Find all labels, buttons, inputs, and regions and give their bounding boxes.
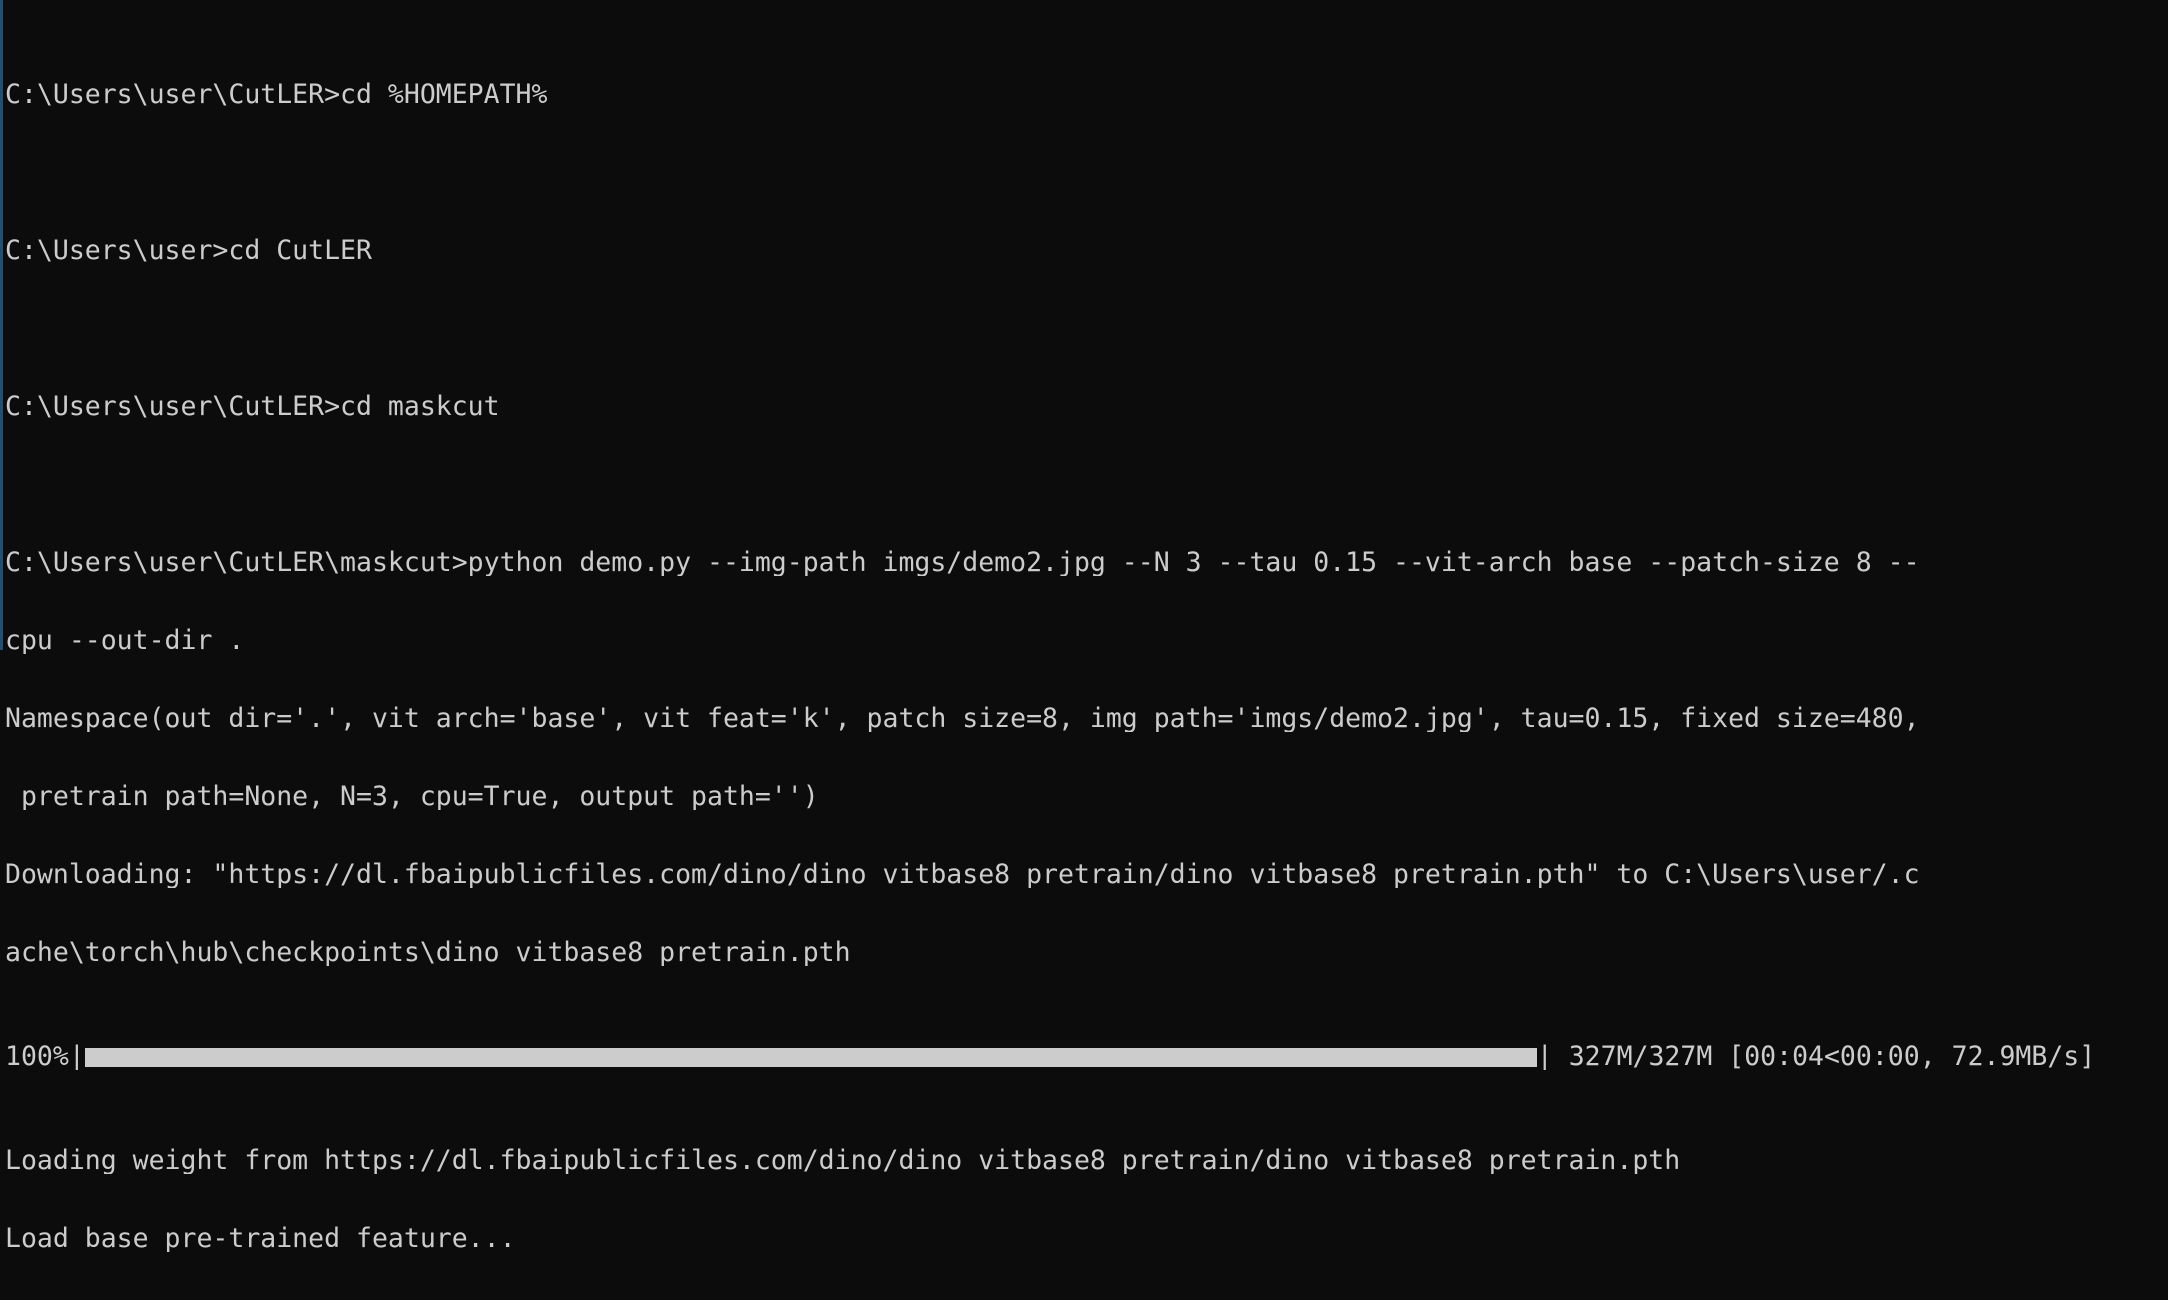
console-window: C:\Users\user\CutLER>cd %HOMEPATH% C:\Us… [0, 0, 2168, 1252]
terminal-line-prompt-cd-maskcut: C:\Users\user\CutLER>cd maskcut [5, 394, 500, 420]
terminal-line-blank-3 [5, 472, 2168, 498]
terminal-line-blank-2 [5, 316, 2168, 342]
terminal-line-loading-weight: Loading weight from https://dl.fbaipubli… [5, 1148, 1681, 1174]
terminal-line-downloading: Downloading: "https://dl.fbaipublicfiles… [5, 862, 1920, 888]
terminal-line-prompt-python-demo: C:\Users\user\CutLER\maskcut>python demo… [5, 550, 1920, 576]
download-progress-bar: 100%| | 327M/327M [00:04<00:00, 72.9MB/s… [5, 1044, 2168, 1070]
terminal-line-python-demo-wrap: cpu --out-dir . [5, 628, 245, 654]
terminal-line-namespace-wrap: pretrain_path=None, N=3, cpu=True, outpu… [5, 784, 819, 810]
terminal-line-namespace: Namespace(out_dir='.', vit_arch='base', … [5, 706, 1920, 732]
progress-percent-label: 100%| [5, 1044, 85, 1070]
terminal-line-downloading-wrap: ache\torch\hub\checkpoints\dino_vitbase8… [5, 940, 851, 966]
progress-bar-fill [84, 1047, 1537, 1067]
progress-bar-track [84, 1047, 1537, 1067]
console-output-area[interactable]: C:\Users\user\CutLER>cd %HOMEPATH% C:\Us… [3, 0, 2168, 1252]
terminal-line-prompt-cd-cutler: C:\Users\user>cd CutLER [5, 238, 372, 264]
terminal-line-prompt-cd-homepath: C:\Users\user\CutLER>cd %HOMEPATH% [5, 82, 548, 108]
progress-stats-label: 327M/327M [00:04<00:00, 72.9MB/s] [1552, 1044, 2096, 1070]
terminal-line-load-base-feature: Load base pre-trained feature... [5, 1226, 516, 1252]
progress-bar-end-bracket: | [1536, 1044, 1553, 1070]
terminal-line-blank-1 [5, 160, 2168, 186]
